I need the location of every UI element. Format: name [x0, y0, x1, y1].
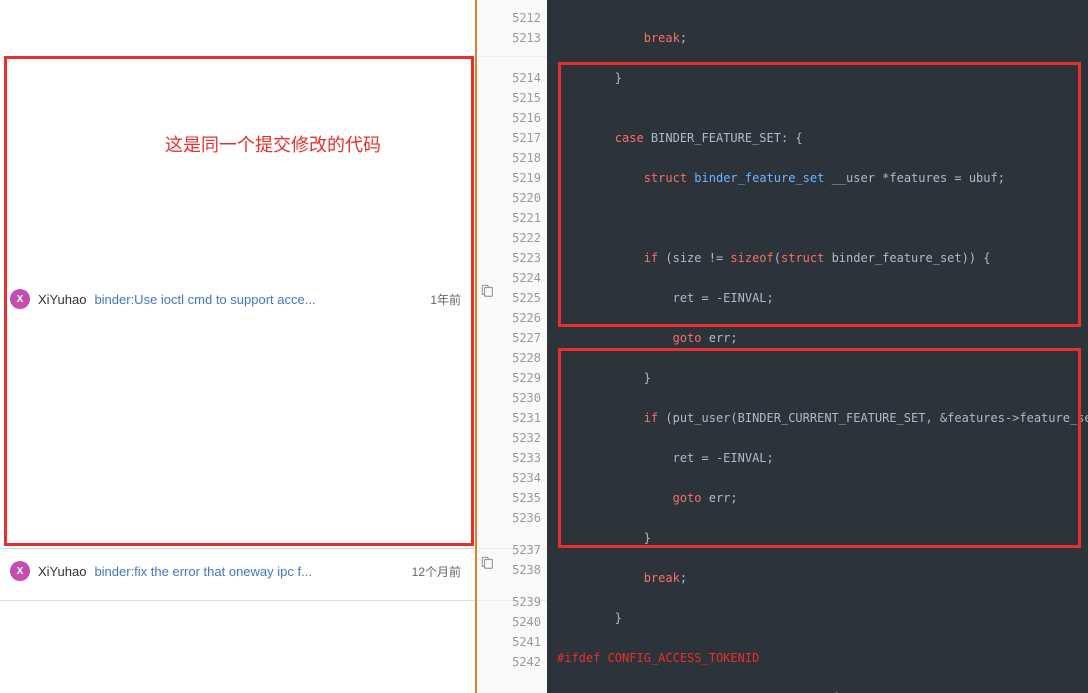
code-line: break; [557, 568, 1088, 588]
line-number[interactable]: 5229 [512, 368, 541, 388]
line-number[interactable]: 5241 [512, 632, 541, 652]
line-number[interactable]: 5212 [512, 8, 541, 28]
code-line [557, 208, 1088, 228]
line-number[interactable]: 5216 [512, 108, 541, 128]
annotation-text: 这是同一个提交修改的代码 [165, 131, 381, 157]
line-number[interactable]: 5239 [512, 592, 541, 612]
line-number[interactable]: 5221 [512, 208, 541, 228]
line-number[interactable]: 5218 [512, 148, 541, 168]
copy-icon[interactable] [481, 284, 495, 301]
code-line: if (size != sizeof(struct binder_feature… [557, 248, 1088, 268]
copy-icon[interactable] [481, 556, 495, 573]
code-line: struct binder_feature_set __user *featur… [557, 168, 1088, 188]
code-line: } [557, 608, 1088, 628]
line-number[interactable]: 5219 [512, 168, 541, 188]
line-number[interactable]: 5217 [512, 128, 541, 148]
code-line: } [557, 368, 1088, 388]
line-number[interactable]: 5214 [512, 68, 541, 88]
line-number[interactable]: 5213 [512, 28, 541, 48]
blame-author: XiYuhao [38, 564, 86, 579]
line-number[interactable]: 5230 [512, 388, 541, 408]
line-number[interactable]: 5235 [512, 488, 541, 508]
line-number[interactable]: 5215 [512, 88, 541, 108]
code-line: ret = -EINVAL; [557, 448, 1088, 468]
blame-divider [0, 548, 475, 549]
line-number[interactable]: 5242 [512, 652, 541, 672]
line-number[interactable]: 5228 [512, 348, 541, 368]
code-line: case BINDER_FEATURE_SET: { [557, 128, 1088, 148]
code-line: } [557, 528, 1088, 548]
code-line: goto err; [557, 488, 1088, 508]
commit-time: 12个月前 [412, 563, 461, 580]
avatar[interactable]: X [10, 561, 30, 581]
commit-time: 1年前 [430, 291, 461, 308]
line-number[interactable]: 5220 [512, 188, 541, 208]
code-line: break; [557, 28, 1088, 48]
blame-entry: X XiYuhao binder:Use ioctl cmd to suppor… [0, 283, 475, 315]
code-line: case BINDER_GET_ACCESS_TOKEN: { [557, 688, 1088, 693]
line-number[interactable]: 5233 [512, 448, 541, 468]
code-line: } [557, 68, 1088, 88]
line-number[interactable]: 5240 [512, 612, 541, 632]
code-line: if (put_user(BINDER_CURRENT_FEATURE_SET,… [557, 408, 1088, 428]
line-number[interactable]: 5232 [512, 428, 541, 448]
blame-panel: 这是同一个提交修改的代码 X XiYuhao binder:Use ioctl … [0, 0, 477, 693]
line-number[interactable]: 5226 [512, 308, 541, 328]
line-number[interactable]: 5231 [512, 408, 541, 428]
line-number[interactable]: 5223 [512, 248, 541, 268]
line-number[interactable]: 5237 [512, 540, 541, 560]
avatar[interactable]: X [10, 289, 30, 309]
line-number[interactable]: 5238 [512, 560, 541, 580]
gutter: 5212 5213 5214 5215 5216 5217 5218 5219 … [477, 0, 547, 693]
commit-link[interactable]: binder:Use ioctl cmd to support acce... [94, 292, 315, 307]
blame-entry: X XiYuhao binder:fix the error that onew… [0, 555, 475, 587]
code-line: goto err; [557, 328, 1088, 348]
line-number[interactable]: 5225 [512, 288, 541, 308]
line-number[interactable]: 5236 [512, 508, 541, 528]
line-number[interactable]: 5234 [512, 468, 541, 488]
blame-author: XiYuhao [38, 292, 86, 307]
code-line: ret = -EINVAL; [557, 288, 1088, 308]
code-line: #ifdef CONFIG_ACCESS_TOKENID [557, 648, 1088, 668]
commit-link[interactable]: binder:fix the error that oneway ipc f..… [94, 564, 312, 579]
line-number[interactable]: 5227 [512, 328, 541, 348]
blame-divider [0, 600, 475, 601]
code-panel[interactable]: break; } case BINDER_FEATURE_SET: { stru… [547, 0, 1088, 693]
line-number[interactable]: 5224 [512, 268, 541, 288]
line-number[interactable]: 5222 [512, 228, 541, 248]
